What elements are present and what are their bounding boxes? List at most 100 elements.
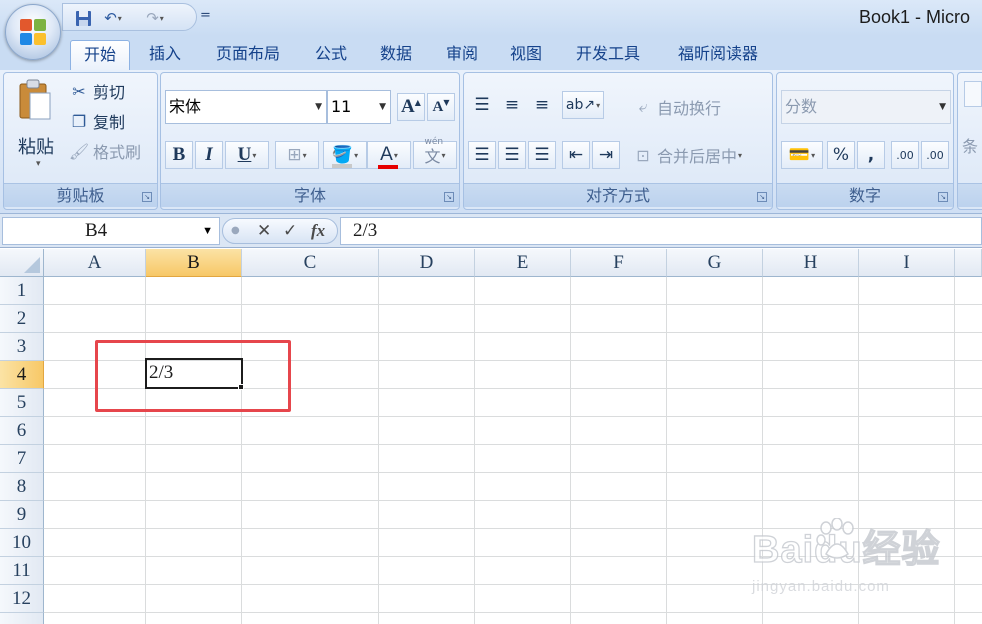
column-header-e[interactable]: E <box>475 249 571 277</box>
tab-home[interactable]: 开始 <box>70 40 130 70</box>
tab-view[interactable]: 视图 <box>501 40 551 70</box>
align-top-button[interactable]: ☰ <box>468 91 496 119</box>
formula-input[interactable]: 2/3 <box>340 217 982 245</box>
number-launcher-icon[interactable]: ↘ <box>938 192 948 202</box>
row-header-3[interactable]: 3 <box>0 333 44 361</box>
percent-style-button[interactable]: % <box>827 141 855 169</box>
row-header-2[interactable]: 2 <box>0 305 44 333</box>
name-box[interactable]: B4 ▼ <box>2 217 220 245</box>
grid-line <box>44 332 982 333</box>
phonetic-guide-button[interactable]: 文 wén ▾ <box>413 137 457 169</box>
redo-icon[interactable]: ↷ ▾ <box>145 8 165 28</box>
row-header-1[interactable]: 1 <box>0 277 44 305</box>
window-title: Book1 - Micro <box>859 7 971 27</box>
customize-qat-button[interactable]: = <box>200 8 211 23</box>
font-name-combo[interactable]: 宋体 ▼ <box>165 90 327 124</box>
fill-color-button[interactable]: 🪣 ▾ <box>323 141 367 169</box>
column-header-a[interactable]: A <box>44 249 146 277</box>
format-painter-button[interactable]: 🖌 格式刷 <box>68 139 141 163</box>
grid-line <box>474 277 475 624</box>
clipboard-launcher-icon[interactable]: ↘ <box>142 192 152 202</box>
text-orientation-icon: ab↗ <box>565 97 596 113</box>
column-header-d[interactable]: D <box>379 249 475 277</box>
copy-button[interactable]: ❐ 复制 <box>68 109 125 133</box>
grid-line <box>570 277 571 624</box>
enter-button[interactable]: ✓ <box>283 221 297 241</box>
orientation-button[interactable]: ab↗ ▾ <box>562 91 604 119</box>
tab-formulas[interactable]: 公式 <box>306 40 356 70</box>
clipboard-group: 粘贴 ▾ ✂ 剪切 ❐ 复制 🖌 格式刷 剪贴板 ↘ <box>3 72 158 210</box>
number-group-label: 数字 <box>777 183 953 207</box>
borders-button[interactable]: ⊞ ▾ <box>275 141 319 169</box>
conditional-format-label[interactable]: 条 <box>962 133 978 157</box>
grow-font-button[interactable]: A ▲ <box>397 93 425 121</box>
paste-button[interactable]: 粘贴 ▾ <box>10 77 60 173</box>
align-center-button[interactable]: ☰ <box>498 141 526 169</box>
font-color-button[interactable]: A ▾ <box>367 141 411 169</box>
row-header-6[interactable]: 6 <box>0 417 44 445</box>
shrink-font-button[interactable]: A ▼ <box>427 93 455 121</box>
tab-page-layout[interactable]: 页面布局 <box>206 40 290 70</box>
select-all-button[interactable] <box>0 249 44 277</box>
row-header-5[interactable]: 5 <box>0 389 44 417</box>
column-header-c[interactable]: C <box>242 249 379 277</box>
column-header-g[interactable]: G <box>667 249 763 277</box>
number-format-combo[interactable]: 分数 ▼ <box>781 90 951 124</box>
decrease-indent-button[interactable]: ⇤ <box>562 141 590 169</box>
underline-button[interactable]: U ▾ <box>225 141 269 169</box>
column-header-b[interactable]: B <box>146 249 242 277</box>
save-icon[interactable] <box>73 8 93 28</box>
currency-icon: 💳 <box>788 145 811 165</box>
chevron-down-icon[interactable]: ▼ <box>202 218 213 244</box>
decrease-indent-icon: ⇤ <box>568 145 584 165</box>
italic-button[interactable]: I <box>195 141 223 169</box>
row-header-12[interactable]: 12 <box>0 585 44 613</box>
grip-icon: ● <box>231 225 240 236</box>
bold-button[interactable]: B <box>165 141 193 169</box>
align-left-icon: ☰ <box>474 145 490 165</box>
tab-insert[interactable]: 插入 <box>140 40 190 70</box>
decrease-decimal-button[interactable]: .00 <box>921 141 949 169</box>
row-header-4[interactable]: 4 <box>0 361 44 389</box>
align-bottom-button[interactable]: ≡ <box>528 91 556 119</box>
merge-center-button[interactable]: ⊡ 合并后居中 ▾ <box>632 143 742 167</box>
alignment-launcher-icon[interactable]: ↘ <box>757 192 767 202</box>
row-header-9[interactable]: 9 <box>0 501 44 529</box>
office-button[interactable] <box>5 4 61 60</box>
arrow-up-icon: ▲ <box>414 97 421 107</box>
comma-style-button[interactable]: , <box>857 141 885 169</box>
clipboard-icon <box>19 79 51 120</box>
cancel-entry-button[interactable]: ✕ <box>257 221 271 241</box>
font-launcher-icon[interactable]: ↘ <box>444 192 454 202</box>
align-middle-button[interactable]: ≡ <box>498 91 526 119</box>
row-header-8[interactable]: 8 <box>0 473 44 501</box>
row-header-11[interactable]: 11 <box>0 557 44 585</box>
font-group: 宋体 ▼ 11 ▼ A ▲ A ▼ B I U ▾ ⊞ ▾ 🪣 ▾ A ▾ 文 wén ▾ <box>160 72 460 210</box>
align-right-button[interactable]: ☰ <box>528 141 556 169</box>
tab-developer[interactable]: 开发工具 <box>566 40 650 70</box>
row-header-10[interactable]: 10 <box>0 529 44 557</box>
grid-line <box>666 277 667 624</box>
insert-function-button[interactable]: fx <box>311 221 325 241</box>
annotation-highlight-box <box>95 340 291 412</box>
column-header-f[interactable]: F <box>571 249 667 277</box>
align-left-button[interactable]: ☰ <box>468 141 496 169</box>
tab-data[interactable]: 数据 <box>371 40 421 70</box>
paw-icon <box>816 518 854 559</box>
undo-icon[interactable]: ↶ ▾ <box>103 8 123 28</box>
font-size-combo[interactable]: 11 ▼ <box>327 90 391 124</box>
chevron-down-icon: ▼ <box>939 102 946 112</box>
increase-indent-button[interactable]: ⇥ <box>592 141 620 169</box>
paint-bucket-icon: 🪣 <box>331 145 353 168</box>
column-header-h[interactable]: H <box>763 249 859 277</box>
accounting-format-button[interactable]: 💳 ▾ <box>781 141 823 169</box>
cut-button[interactable]: ✂ 剪切 <box>68 79 125 103</box>
tab-review[interactable]: 审阅 <box>437 40 487 70</box>
row-header-13[interactable] <box>0 613 44 624</box>
tab-foxit-reader[interactable]: 福昕阅读器 <box>666 40 770 70</box>
column-header-i[interactable]: I <box>859 249 955 277</box>
column-header-overflow[interactable] <box>955 249 982 277</box>
wrap-text-button[interactable]: ⤶ 自动换行 <box>632 95 722 119</box>
row-header-7[interactable]: 7 <box>0 445 44 473</box>
increase-decimal-button[interactable]: .00 <box>891 141 919 169</box>
